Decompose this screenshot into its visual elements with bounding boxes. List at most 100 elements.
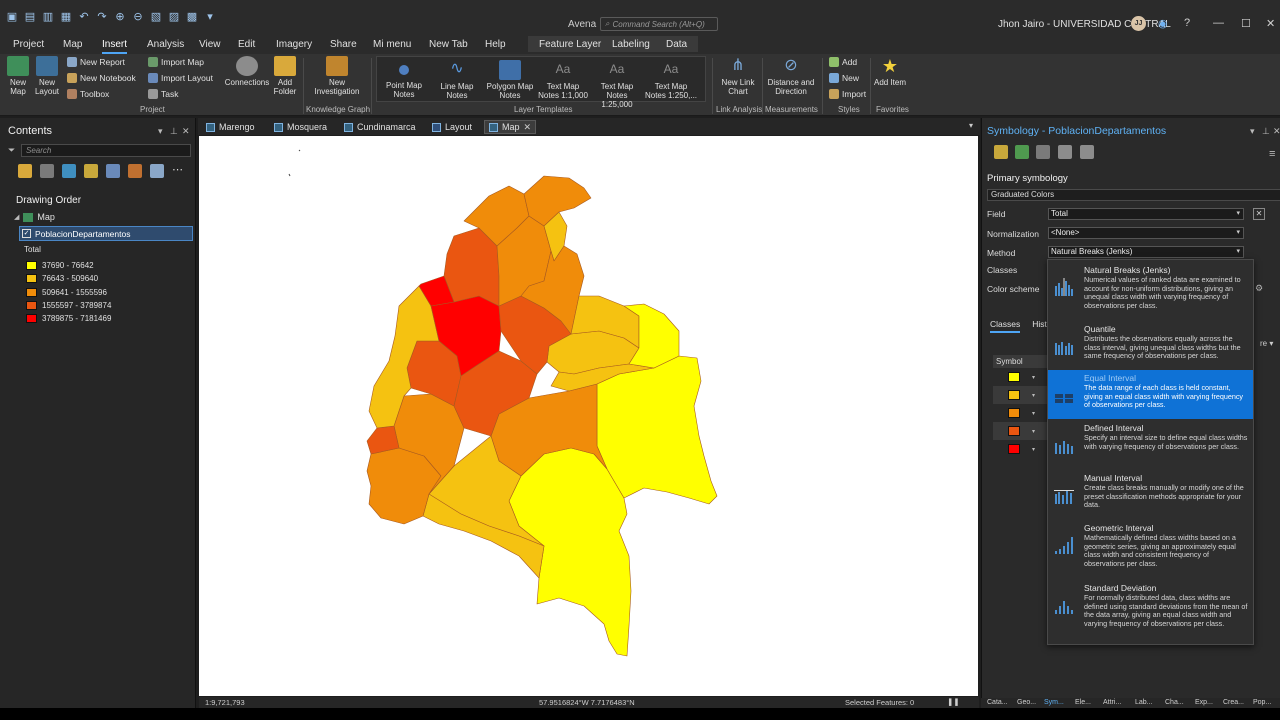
import-style-button[interactable]: Import — [829, 89, 866, 99]
add-item-button[interactable]: ★ Add Item — [874, 56, 906, 87]
tab-labeling[interactable]: Labeling — [612, 39, 650, 50]
tab-element[interactable]: Ele... — [1075, 699, 1091, 706]
avatar[interactable]: JJ — [1131, 16, 1146, 31]
tab-view[interactable]: View — [199, 39, 221, 50]
filter-icon[interactable] — [1058, 145, 1072, 159]
close-icon[interactable]: ✕ — [1273, 126, 1280, 137]
method-option-defined-interval[interactable]: Defined Interval Specify an interval siz… — [1048, 420, 1253, 469]
new-notebook-button[interactable]: New Notebook — [67, 73, 136, 83]
symbol-layer-drawing-icon[interactable] — [1036, 145, 1050, 159]
class-symbol-swatch[interactable] — [1008, 390, 1020, 400]
undo-icon[interactable]: ↶ — [78, 11, 90, 23]
import-layout-button[interactable]: Import Layout — [148, 73, 213, 83]
new-report-button[interactable]: New Report — [67, 57, 125, 67]
tab-attributes[interactable]: Attri... — [1103, 699, 1121, 706]
new-investigation-button[interactable]: New Investigation — [309, 56, 365, 96]
line-map-notes-button[interactable]: ∿ Line Map Notes — [433, 60, 481, 100]
scale-symbols-icon[interactable] — [1080, 145, 1094, 159]
method-option-natural-breaks[interactable]: Natural Breaks (Jenks) Numerical values … — [1048, 262, 1253, 311]
save-icon[interactable]: ▦ — [60, 11, 72, 23]
table-row[interactable]: ▾ — [993, 404, 1053, 422]
more-menu[interactable]: re ▾ — [1260, 339, 1273, 348]
grid-icon[interactable]: ▩ — [186, 11, 198, 23]
tab-catalog[interactable]: Cata... — [987, 699, 1008, 706]
method-option-quantile[interactable]: Quantile Distributes the observations eq… — [1048, 321, 1253, 370]
tab-feature-layer[interactable]: Feature Layer — [539, 39, 601, 50]
text-map-notes-250000-button[interactable]: Aa Text Map Notes 1:250,... — [644, 60, 698, 100]
primary-symbology-select[interactable]: Graduated Colors — [987, 189, 1280, 201]
field-select[interactable]: Total ▾ — [1048, 208, 1244, 220]
tab-popup[interactable]: Pop... — [1253, 699, 1271, 706]
customize-icon[interactable]: ▾ — [204, 11, 216, 23]
task-button[interactable]: Task — [148, 89, 178, 99]
text-map-notes-1000-button[interactable]: Aa Text Map Notes 1:1,000 — [538, 60, 588, 100]
tab-map[interactable]: Map — [63, 39, 82, 50]
legend-item[interactable]: 76643 - 509640 — [26, 272, 111, 285]
notification-icon[interactable]: ◉ — [1158, 17, 1168, 30]
pin-icon[interactable]: ⊥ — [1262, 126, 1270, 137]
tab-mosquera[interactable]: Mosquera — [270, 120, 331, 134]
new-map-button[interactable]: New Map — [5, 56, 31, 96]
tab-marengo[interactable]: Marengo — [202, 120, 259, 134]
legend-item[interactable]: 509641 - 1555596 — [26, 286, 111, 299]
tab-mi-menu[interactable]: Mi menu — [373, 39, 411, 50]
tab-project[interactable]: Project — [13, 39, 44, 50]
map-view[interactable] — [199, 136, 978, 696]
filter-icon[interactable]: ⏷ — [8, 145, 15, 156]
zoom-in-icon[interactable]: ⊕ — [114, 11, 126, 23]
tab-share[interactable]: Share — [330, 39, 357, 50]
tab-insert[interactable]: Insert — [102, 39, 128, 54]
normalization-select[interactable]: <None> ▾ — [1048, 227, 1244, 239]
list-by-selection-icon[interactable] — [62, 164, 76, 178]
import-map-button[interactable]: Import Map — [148, 57, 204, 67]
tabs-dropdown-icon[interactable]: ▾ — [969, 121, 973, 130]
point-map-notes-button[interactable]: Point Map Notes — [380, 60, 428, 99]
method-option-manual-interval[interactable]: Manual Interval Create class breaks manu… — [1048, 470, 1253, 519]
class-symbol-swatch[interactable] — [1008, 426, 1020, 436]
gear-icon[interactable]: ⚙ — [1255, 283, 1263, 294]
table-row[interactable]: ▾ — [993, 386, 1053, 404]
chevron-down-icon[interactable]: ▾ — [1032, 428, 1035, 435]
legend-item[interactable]: 3789875 - 7181469 — [26, 312, 111, 325]
list-by-labeling-icon[interactable] — [128, 164, 142, 178]
list-by-perspective-icon[interactable] — [150, 164, 164, 178]
pane-options-icon[interactable]: ▾ — [1250, 126, 1255, 137]
new-link-chart-button[interactable]: ⋔ New Link Chart — [716, 56, 760, 96]
class-symbol-swatch[interactable] — [1008, 408, 1020, 418]
tab-classes[interactable]: Classes — [990, 319, 1021, 333]
tab-data[interactable]: Data — [666, 39, 687, 50]
pin-icon[interactable]: ⊥ — [170, 126, 178, 137]
list-by-editing-icon[interactable] — [84, 164, 98, 178]
pane-options-icon[interactable]: ▾ — [158, 126, 163, 137]
legend-item[interactable]: 1555597 - 3789874 — [26, 299, 111, 312]
tab-geoprocessing[interactable]: Geo... — [1017, 699, 1036, 706]
symbol-column-header[interactable]: Symbol — [993, 355, 1053, 368]
selected-features-count[interactable]: Selected Features: 0 — [845, 698, 914, 707]
method-option-equal-interval[interactable]: Equal Interval The data range of each cl… — [1048, 370, 1253, 419]
chevron-down-icon[interactable]: ▾ — [1032, 410, 1035, 417]
tab-chart[interactable]: Cha... — [1165, 699, 1184, 706]
table-row[interactable]: ▾ — [993, 422, 1053, 440]
chevron-down-icon[interactable]: ▾ — [1032, 374, 1035, 381]
new-layout-button[interactable]: New Layout — [32, 56, 62, 96]
tab-help[interactable]: Help — [485, 39, 506, 50]
close-icon[interactable]: ✕ — [182, 126, 190, 137]
expression-icon[interactable]: ✕ — [1253, 208, 1265, 220]
chevron-down-icon[interactable]: ▾ — [1032, 392, 1035, 399]
zoom-out-icon[interactable]: ⊖ — [132, 11, 144, 23]
method-select[interactable]: Natural Breaks (Jenks) ▾ — [1048, 246, 1244, 258]
more-icon[interactable]: ⋯ — [172, 164, 186, 178]
legend-item[interactable]: 37690 - 76642 — [26, 259, 111, 272]
map-tree-item[interactable]: ◢ Map — [14, 212, 55, 222]
list-by-snapping-icon[interactable] — [106, 164, 120, 178]
collapse-icon[interactable]: ◢ — [14, 213, 19, 221]
tab-create[interactable]: Crea... — [1223, 699, 1244, 706]
vary-symbology-icon[interactable] — [1015, 145, 1029, 159]
add-folder-button[interactable]: Add Folder — [271, 56, 299, 96]
tab-cundinamarca[interactable]: Cundinamarca — [340, 120, 420, 134]
layer-tree-item[interactable]: ✓ PoblacionDepartamentos — [19, 226, 193, 241]
table-row[interactable]: ▾ — [993, 440, 1053, 458]
contents-search-input[interactable]: Search — [21, 144, 191, 157]
tab-analysis[interactable]: Analysis — [147, 39, 184, 50]
open-icon[interactable]: ▥ — [42, 11, 54, 23]
